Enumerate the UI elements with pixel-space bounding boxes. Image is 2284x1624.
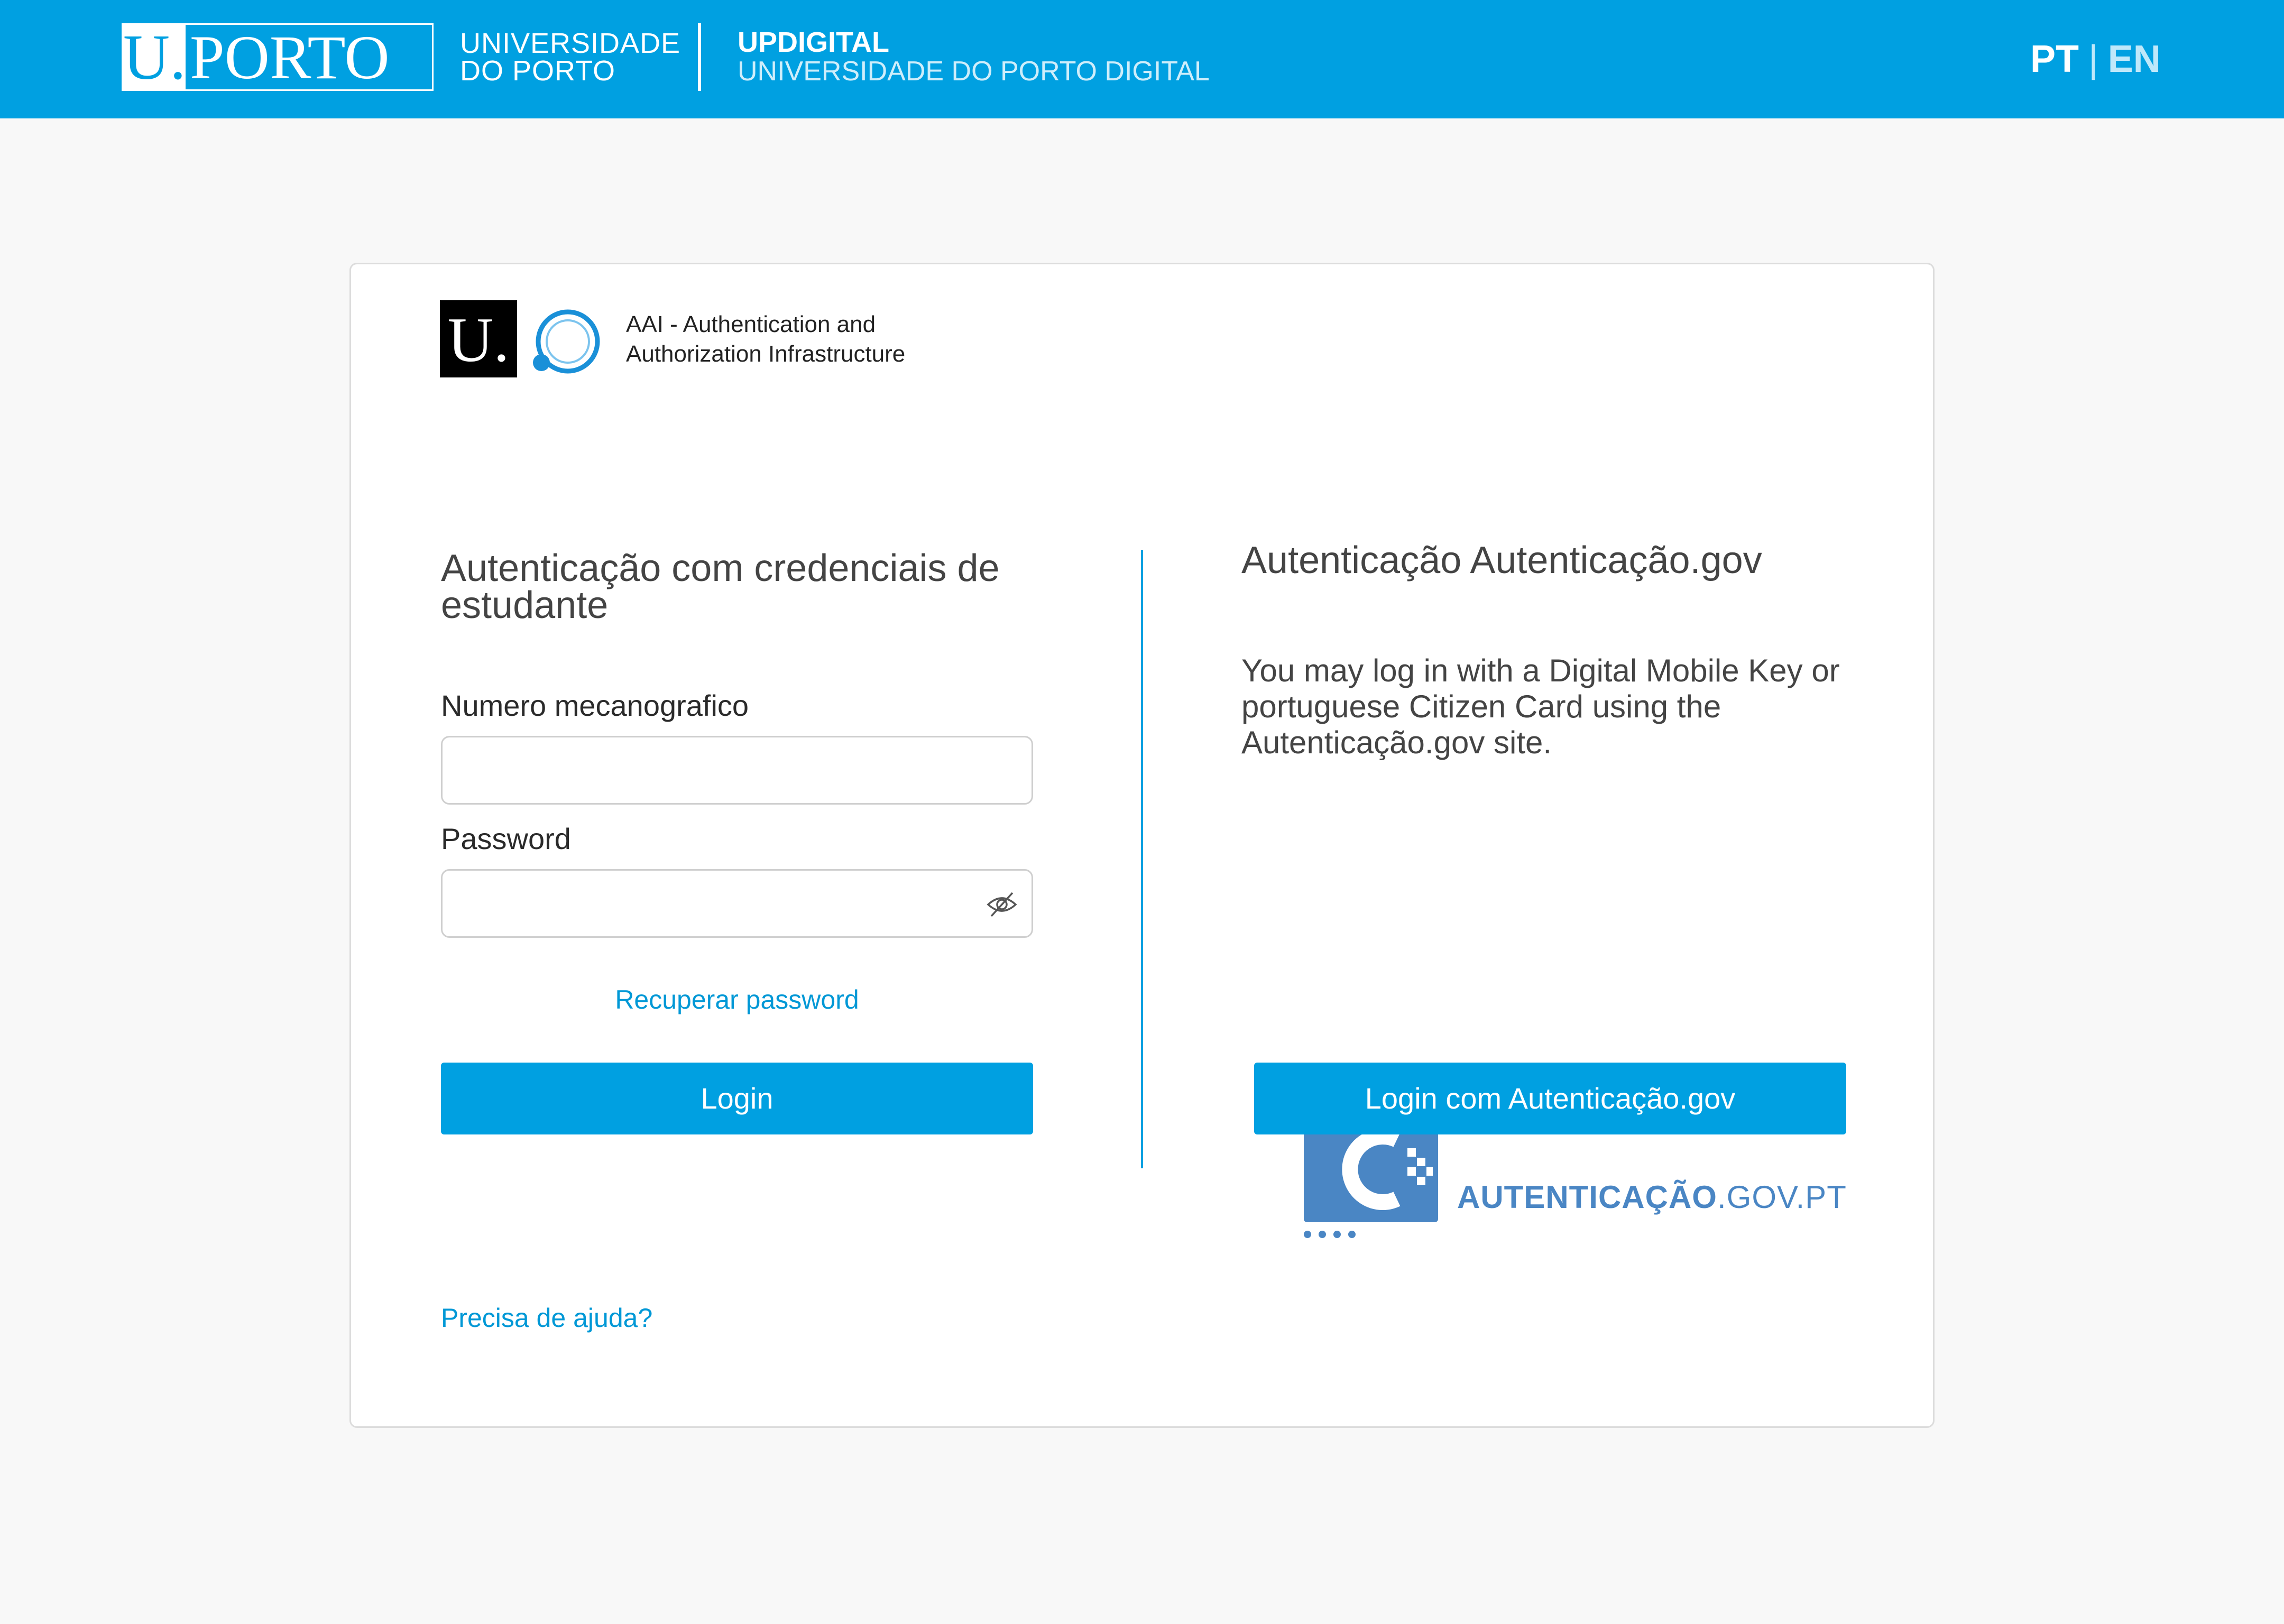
updigital-title: UPDIGITAL: [738, 26, 889, 58]
university-line-2: DO PORTO: [460, 55, 616, 87]
gov-login-button[interactable]: Login com Autenticação.gov: [1254, 1063, 1846, 1134]
login-button[interactable]: Login: [441, 1063, 1033, 1134]
gov-logo-text: AUTENTICAÇÃO.GOV.PT: [1457, 1179, 1847, 1215]
lang-separator: |: [2088, 38, 2098, 80]
header-divider: [698, 23, 701, 91]
lang-pt-link[interactable]: PT: [2030, 38, 2079, 80]
university-name: UNIVERSIDADE DO PORTO: [460, 27, 681, 87]
gov-login-section: Autenticação Autenticação.gov You may lo…: [1241, 539, 1876, 1238]
university-line-1: UNIVERSIDADE: [460, 27, 681, 59]
gov-logo-text-bold: AUTENTICAÇÃO: [1457, 1179, 1717, 1215]
lang-en-link[interactable]: EN: [2108, 38, 2161, 80]
gov-login-title: Autenticação Autenticação.gov: [1241, 539, 1762, 582]
updigital-subtitle: UNIVERSIDADE DO PORTO DIGITAL: [738, 56, 1210, 87]
aai-u-mark: U.: [440, 300, 517, 377]
top-bar: U. PORTO UNIVERSIDADE DO PORTO UPDIGITAL…: [0, 0, 2284, 118]
number-input[interactable]: [441, 736, 1033, 805]
logo-u: U.: [123, 22, 186, 93]
student-login-title: Autenticação com credenciais de estudant…: [441, 547, 1000, 626]
section-divider: [1141, 550, 1143, 1168]
number-label: Numero mecanografico: [441, 689, 749, 722]
login-card: U. AAI - Authentication and Authorizatio…: [349, 263, 1935, 1428]
aai-text-line-1: AAI - Authentication and: [626, 311, 876, 337]
aai-text: AAI - Authentication and Authorization I…: [626, 310, 905, 369]
gov-login-description: You may log in with a Digital Mobile Key…: [1241, 653, 1840, 760]
password-input[interactable]: [441, 869, 1033, 938]
autenticacao-gov-logo: AUTENTICAÇÃO.GOV.PT: [1304, 1116, 1846, 1243]
logo-porto: PORTO: [190, 23, 390, 92]
language-switcher: PT | EN: [2030, 38, 2161, 80]
gov-logo-text-rest: .GOV.PT: [1717, 1179, 1847, 1215]
recover-password-link[interactable]: Recuperar password: [441, 984, 1033, 1015]
uporto-logo[interactable]: U. PORTO: [122, 23, 434, 91]
aai-text-line-2: Authorization Infrastructure: [626, 341, 906, 367]
eye-slash-icon[interactable]: [986, 890, 1018, 919]
password-label: Password: [441, 822, 571, 855]
aai-logo: U. AAI - Authentication and Authorizatio…: [440, 300, 916, 380]
aai-circle-icon: [533, 309, 600, 374]
gov-logo-dots: [1304, 1231, 1363, 1241]
updigital-brand: UPDIGITAL UNIVERSIDADE DO PORTO DIGITAL: [738, 27, 1210, 86]
help-link[interactable]: Precisa de ajuda?: [441, 1303, 652, 1333]
student-login-section: Autenticação com credenciais de estudant…: [441, 547, 1033, 1134]
